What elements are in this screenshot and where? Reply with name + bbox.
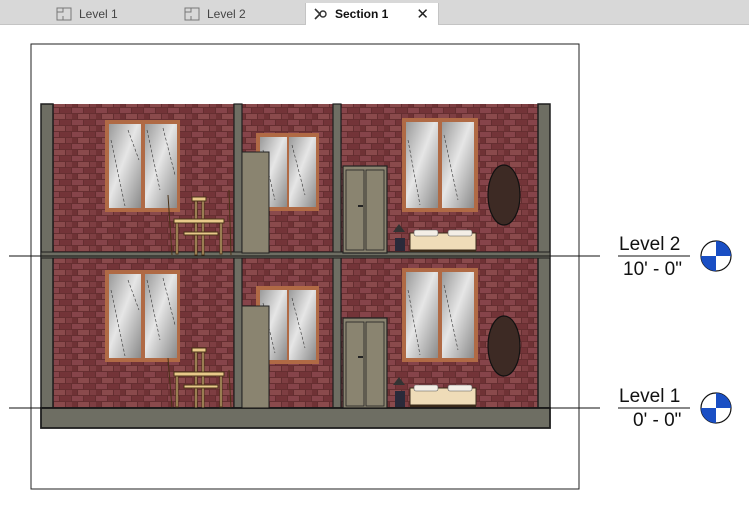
tab-label: Level 2: [207, 6, 246, 21]
floor-plan-icon: [56, 7, 72, 20]
tab-level-1[interactable]: Level 1: [48, 3, 166, 24]
window: [402, 118, 478, 212]
oval-mirror: [487, 315, 521, 377]
floor-slab-level-2: [40, 251, 551, 259]
level-elevation[interactable]: 10' - 0": [623, 259, 682, 281]
bed: [409, 229, 477, 252]
level-elevation[interactable]: 0' - 0": [633, 410, 681, 432]
level-name[interactable]: Level 2: [619, 234, 680, 256]
floor-plan-icon: [184, 7, 200, 20]
level-head-icon[interactable]: [700, 240, 732, 272]
door: [241, 151, 270, 254]
oval-mirror: [487, 164, 521, 226]
door: [342, 317, 388, 409]
tab-section-1[interactable]: Section 1 ✕: [305, 3, 439, 25]
floor-slab-level-1: [40, 407, 551, 429]
door: [241, 305, 270, 409]
tab-label: Section 1: [335, 7, 389, 21]
view-tab-bar: Level 1 Level 2 Section 1 ✕: [0, 0, 749, 25]
window: [105, 120, 180, 212]
tab-label: Level 1: [79, 6, 118, 21]
section-view-icon: [314, 8, 327, 20]
wardrobe: [342, 165, 388, 254]
window: [402, 268, 478, 362]
window: [105, 270, 180, 362]
tab-level-2[interactable]: Level 2: [176, 3, 294, 24]
level-name[interactable]: Level 1: [619, 386, 680, 408]
bed: [409, 384, 477, 407]
close-icon[interactable]: ✕: [416, 5, 429, 23]
level-head-icon[interactable]: [700, 392, 732, 424]
